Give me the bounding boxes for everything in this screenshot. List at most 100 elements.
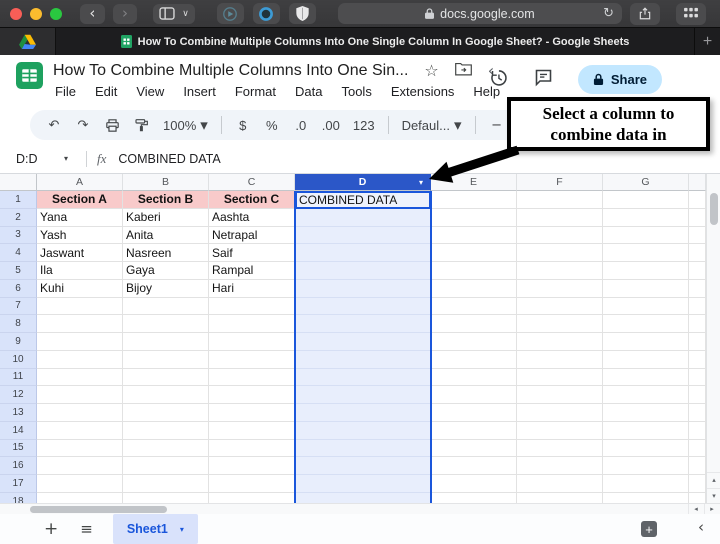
document-title[interactable]: How To Combine Multiple Columns Into One…	[53, 62, 408, 80]
column-header-partial[interactable]	[689, 174, 706, 191]
cell[interactable]	[689, 475, 706, 493]
cell[interactable]	[37, 369, 123, 387]
redo-button[interactable]: ↷	[75, 118, 91, 133]
cell[interactable]	[517, 475, 603, 493]
extension-play-button[interactable]	[217, 3, 244, 24]
cell[interactable]: Kuhi	[37, 280, 123, 298]
column-header-d[interactable]: D▾	[295, 174, 431, 191]
cell[interactable]	[431, 244, 517, 262]
row-header-6[interactable]: 6	[0, 280, 37, 298]
menu-tools[interactable]: Tools	[339, 83, 373, 100]
cell[interactable]: Section B	[123, 191, 209, 209]
column-header-c[interactable]: C	[209, 174, 295, 191]
menu-format[interactable]: Format	[233, 83, 278, 100]
cell[interactable]	[431, 457, 517, 475]
scroll-left-button[interactable]: ◂	[688, 504, 703, 514]
decrease-font-size-button[interactable]: −	[489, 118, 505, 133]
cell[interactable]	[123, 422, 209, 440]
cell[interactable]	[603, 475, 689, 493]
sidebar-toggle[interactable]: ∨	[153, 4, 195, 24]
cell[interactable]: COMBINED DATA	[295, 191, 431, 209]
active-tab[interactable]: How To Combine Multiple Columns Into One…	[56, 28, 694, 55]
menu-view[interactable]: View	[134, 83, 166, 100]
cell[interactable]	[295, 298, 431, 316]
increase-decimal-button[interactable]: .00	[322, 118, 340, 133]
cell[interactable]: Hari	[209, 280, 295, 298]
cell[interactable]	[689, 333, 706, 351]
zoom-select[interactable]: 100% ▾	[163, 116, 208, 134]
cell[interactable]: Kaberi	[123, 209, 209, 227]
row-header-10[interactable]: 10	[0, 351, 37, 369]
cell[interactable]	[689, 298, 706, 316]
cell[interactable]	[603, 440, 689, 458]
cell[interactable]	[295, 351, 431, 369]
back-button[interactable]: ‹	[80, 4, 105, 24]
cell[interactable]	[603, 493, 689, 503]
cell[interactable]	[37, 493, 123, 503]
menu-insert[interactable]: Insert	[181, 83, 218, 100]
cell[interactable]	[37, 315, 123, 333]
cell[interactable]	[431, 386, 517, 404]
cell[interactable]	[603, 457, 689, 475]
cell[interactable]	[689, 351, 706, 369]
cell[interactable]	[517, 333, 603, 351]
cell[interactable]	[37, 351, 123, 369]
cell[interactable]	[689, 262, 706, 280]
cell[interactable]	[431, 493, 517, 503]
column-dropdown-icon[interactable]: ▾	[419, 178, 423, 187]
row-header-15[interactable]: 15	[0, 440, 37, 458]
formula-input[interactable]: COMBINED DATA	[118, 152, 220, 166]
cell[interactable]	[431, 422, 517, 440]
cell[interactable]	[603, 209, 689, 227]
sheet-tab-sheet1[interactable]: Sheet1 ▾	[113, 514, 198, 544]
cell[interactable]: Section C	[209, 191, 295, 209]
select-all-corner[interactable]	[0, 174, 37, 191]
cell[interactable]	[603, 262, 689, 280]
move-folder-icon[interactable]	[455, 61, 472, 80]
cell[interactable]	[689, 369, 706, 387]
cell[interactable]	[603, 227, 689, 245]
cell[interactable]	[295, 369, 431, 387]
cell[interactable]: Aashta	[209, 209, 295, 227]
cell[interactable]	[37, 298, 123, 316]
cell[interactable]: Rampal	[209, 262, 295, 280]
format-percent-button[interactable]: %	[264, 118, 280, 133]
vertical-scrollbar[interactable]: ▴ ▾	[706, 174, 720, 503]
paint-format-button[interactable]	[134, 117, 150, 133]
cell[interactable]	[123, 440, 209, 458]
cell[interactable]	[431, 440, 517, 458]
cell[interactable]	[689, 280, 706, 298]
cell[interactable]	[209, 333, 295, 351]
menu-data[interactable]: Data	[293, 83, 324, 100]
share-page-button[interactable]	[630, 3, 660, 25]
cell[interactable]	[431, 298, 517, 316]
cell[interactable]	[209, 369, 295, 387]
cell[interactable]: Anita	[123, 227, 209, 245]
cell[interactable]	[123, 493, 209, 503]
cell[interactable]	[123, 351, 209, 369]
cell[interactable]	[431, 404, 517, 422]
cell[interactable]	[603, 298, 689, 316]
cell[interactable]	[209, 404, 295, 422]
cell[interactable]	[431, 262, 517, 280]
cell[interactable]	[209, 351, 295, 369]
cell[interactable]: Yash	[37, 227, 123, 245]
cell[interactable]	[37, 404, 123, 422]
collapse-panel-button[interactable]: ‹	[698, 518, 704, 536]
cell[interactable]	[517, 298, 603, 316]
row-header-11[interactable]: 11	[0, 369, 37, 387]
row-header-8[interactable]: 8	[0, 315, 37, 333]
column-header-a[interactable]: A	[37, 174, 123, 191]
column-header-b[interactable]: B	[123, 174, 209, 191]
cell[interactable]	[295, 333, 431, 351]
cell[interactable]: Yana	[37, 209, 123, 227]
cell[interactable]	[603, 386, 689, 404]
extension-shield-button[interactable]	[289, 3, 316, 24]
pinned-tab-drive[interactable]	[0, 28, 56, 55]
decrease-decimal-button[interactable]: .0	[293, 118, 309, 133]
format-currency-button[interactable]: $	[235, 118, 251, 133]
cell[interactable]	[517, 315, 603, 333]
vertical-scroll-thumb[interactable]	[710, 193, 718, 225]
cell[interactable]	[517, 457, 603, 475]
cell[interactable]	[517, 369, 603, 387]
